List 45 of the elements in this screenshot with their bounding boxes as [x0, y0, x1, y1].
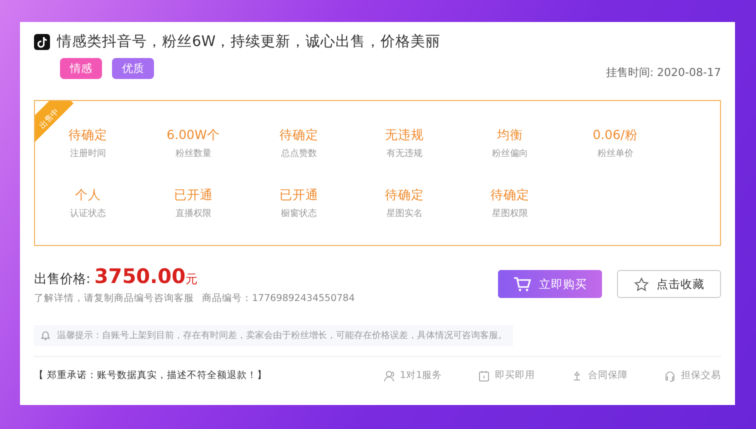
stat-value: 个人 — [74, 187, 102, 203]
stat-value: 已开通 — [172, 187, 214, 203]
stat-label: 粉丝单价 — [596, 148, 634, 160]
buy-button[interactable]: 立即购买 — [498, 270, 602, 298]
stat-value: 0.06/粉 — [592, 127, 639, 143]
tag: 情感 — [60, 58, 102, 79]
stat-value: 待确定 — [489, 187, 530, 203]
stat-label: 有无违规 — [385, 148, 424, 160]
stat-value: 无违规 — [384, 127, 425, 143]
stat-value: 待确定 — [278, 127, 320, 143]
price-unit: 元 — [185, 271, 198, 288]
notice-text: 温馨提示：自账号上架到目前，存在有时间差，卖家会由于粉丝增长，可能存在价格误差，具体情况可咨询客服。 — [57, 330, 507, 342]
price-label: 出售价格: — [34, 271, 90, 288]
stat-label: 星图权限 — [490, 208, 529, 220]
stat-value: 已开通 — [278, 187, 320, 203]
music-note-app-icon — [34, 34, 50, 50]
collect-button[interactable]: 点击收藏 — [617, 270, 721, 298]
price-value: 3750.00 — [94, 264, 186, 288]
stat-label: 粉丝偏向 — [490, 148, 529, 160]
service-label: 合同保障 — [588, 369, 628, 382]
promise-text: 【 郑重承诺：账号数据真实，描述不符全额退款！】 — [34, 369, 268, 382]
stat-label: 直播权限 — [174, 208, 212, 220]
stat-label: 星图实名 — [385, 208, 424, 220]
product-id: 商品编号：17769892434550784 — [202, 292, 355, 305]
stat-label: 总点赞数 — [280, 148, 318, 160]
service-label: 1对1服务 — [400, 369, 442, 382]
listing-title: 情感类抖音号，粉丝6W，持续更新，诚心出售，价格美丽 — [57, 32, 441, 51]
bell-icon — [40, 330, 51, 341]
id-hint: 了解详情，请复制商品编号咨询客服 — [34, 292, 194, 305]
stat-value: 6.00W个 — [166, 127, 221, 143]
tag: 优质 — [112, 58, 154, 79]
headset-icon — [664, 370, 676, 382]
service-label: 即买即用 — [495, 369, 535, 382]
cart-icon — [513, 276, 531, 292]
stat-label: 粉丝数量 — [174, 148, 212, 160]
stat-value: 待确定 — [384, 187, 425, 203]
stat-label: 认证状态 — [68, 208, 107, 220]
person-icon — [382, 370, 395, 382]
star-icon — [634, 276, 648, 292]
listed-time: 挂售时间: 2020-08-17 — [606, 65, 721, 80]
stat-label: 橱窗状态 — [280, 208, 318, 220]
stat-value: 均衡 — [496, 127, 524, 143]
service-label: 担保交易 — [681, 369, 721, 382]
stat-label: 注册时间 — [68, 148, 107, 160]
calendar-icon — [478, 370, 490, 382]
